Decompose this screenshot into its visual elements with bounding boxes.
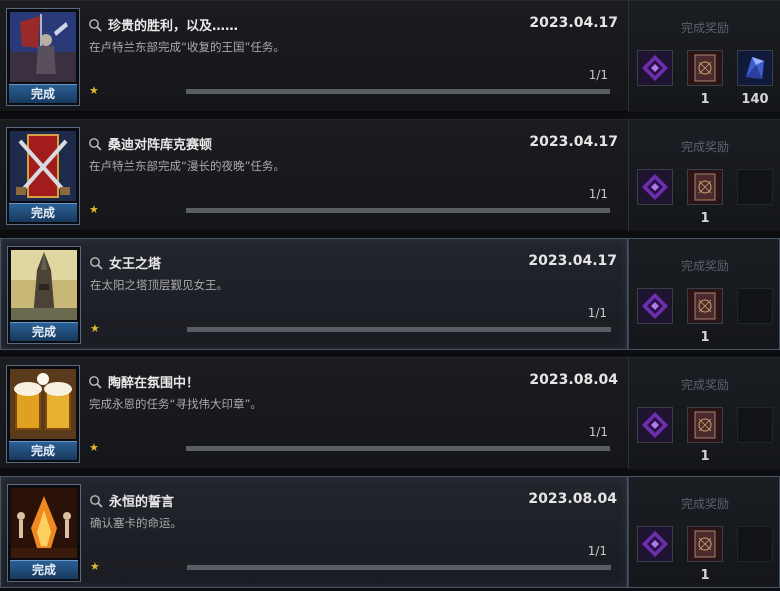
achievement-thumbnail: 完成 <box>7 484 81 582</box>
progress-bar <box>186 446 610 451</box>
achievement-row[interactable]: 完成 女王之塔 2023.04.17 在太阳之塔顶层觐见女王。 1/1 ★ 完成… <box>0 238 780 350</box>
achievement-date: 2023.08.04 <box>528 491 617 507</box>
star-icon: ★ <box>89 441 99 454</box>
rewards-heading: 完成奖励 <box>680 21 729 35</box>
achievement-title: 女王之塔 <box>109 256 162 272</box>
reward-panel: 完成奖励 1 <box>628 119 780 231</box>
achievement-thumbnail: 完成 <box>7 246 81 344</box>
progress-bar <box>186 89 610 94</box>
purple-emblem-icon[interactable] <box>637 526 673 562</box>
magnifier-icon[interactable] <box>89 255 103 270</box>
magnifier-icon[interactable] <box>89 493 103 508</box>
achievement-description: 在太阳之塔顶层觐见女王。 <box>90 278 228 292</box>
achievement-main: 完成 桑迪对阵库克赛顿 2023.04.17 在卢特兰东部完成“漫长的夜晚”任务… <box>0 119 628 231</box>
achievement-main: 完成 永恒的誓言 2023.08.04 确认塞卡的命运。 1/1 ★ <box>0 476 628 588</box>
reward-quantity: 1 <box>700 211 710 226</box>
star-icon: ★ <box>89 203 99 216</box>
reward-quantity: 1 <box>700 568 710 583</box>
reward-panel: 完成奖励 1 <box>628 357 780 469</box>
progress-count: 1/1 <box>587 306 607 320</box>
card-book-icon[interactable] <box>687 526 723 562</box>
achievement-row[interactable]: 完成 陶醉在氛围中！ 2023.08.04 完成永恩的任务“寻找伟大印章”。 1… <box>0 357 780 469</box>
rewards-heading: 完成奖励 <box>680 140 729 154</box>
reward-quantity: 1 <box>700 330 710 345</box>
purple-emblem-icon[interactable] <box>637 169 673 205</box>
progress-bar <box>186 208 610 213</box>
rewards-heading: 完成奖励 <box>680 378 729 392</box>
achievement-date: 2023.04.17 <box>528 253 617 269</box>
achievement-date: 2023.04.17 <box>529 15 618 31</box>
achievement-description: 确认塞卡的命运。 <box>90 516 182 530</box>
magnifier-icon[interactable] <box>88 136 102 151</box>
progress-count: 1/1 <box>588 187 608 201</box>
achievement-description: 完成永恩的任务“寻找伟大印章”。 <box>89 397 262 411</box>
status-complete-label: 完成 <box>9 84 77 103</box>
achievement-title: 桑迪对阵库克赛顿 <box>108 137 213 153</box>
tower-image <box>11 250 77 320</box>
star-icon: ★ <box>90 560 100 573</box>
purple-emblem-icon[interactable] <box>637 288 673 324</box>
achievement-title: 珍贵的胜利，以及…… <box>108 18 239 34</box>
progress-count: 1/1 <box>588 68 608 82</box>
reward-quantity: 1 <box>700 92 710 107</box>
rewards-heading: 完成奖励 <box>680 497 729 511</box>
crossed-swords-image <box>10 131 76 201</box>
reward-panel: 完成奖励 1 140 <box>628 0 780 112</box>
card-book-icon[interactable] <box>687 50 723 86</box>
achievement-date: 2023.08.04 <box>529 372 618 388</box>
status-complete-label: 完成 <box>9 203 77 222</box>
status-complete-label: 完成 <box>9 441 77 460</box>
status-complete-label: 完成 <box>10 322 78 341</box>
status-complete-label: 完成 <box>10 560 78 579</box>
star-icon: ★ <box>90 322 100 335</box>
magnifier-icon[interactable] <box>88 374 102 389</box>
achievement-description: 在卢特兰东部完成“漫长的夜晚”任务。 <box>89 159 285 173</box>
progress-count: 1/1 <box>587 544 607 558</box>
star-icon: ★ <box>89 84 99 97</box>
empty-reward-slot <box>737 169 773 205</box>
achievement-row[interactable]: 完成 永恒的誓言 2023.08.04 确认塞卡的命运。 1/1 ★ 完成奖励 … <box>0 476 780 588</box>
reward-quantity: 1 <box>700 449 710 464</box>
knight-banner-image <box>10 12 76 82</box>
reward-panel: 完成奖励 1 <box>628 238 780 350</box>
achievement-main: 完成 女王之塔 2023.04.17 在太阳之塔顶层觐见女王。 1/1 ★ <box>0 238 628 350</box>
reward-panel: 完成奖励 1 <box>628 476 780 588</box>
progress-count: 1/1 <box>588 425 608 439</box>
achievement-title: 陶醉在氛围中！ <box>108 375 200 391</box>
purple-emblem-icon[interactable] <box>637 50 673 86</box>
blue-crystal-icon[interactable] <box>737 50 773 86</box>
progress-bar <box>187 565 611 570</box>
achievement-title: 永恒的誓言 <box>109 494 175 510</box>
beer-mugs-image <box>10 369 76 439</box>
achievement-main: 完成 珍贵的胜利，以及…… 2023.04.17 在卢特兰东部完成“收复的王国”… <box>0 0 628 112</box>
achievement-thumbnail: 完成 <box>6 365 80 463</box>
empty-reward-slot <box>737 288 773 324</box>
bonfire-image <box>11 488 77 558</box>
purple-emblem-icon[interactable] <box>637 407 673 443</box>
achievement-thumbnail: 完成 <box>6 127 80 225</box>
achievement-row[interactable]: 完成 珍贵的胜利，以及…… 2023.04.17 在卢特兰东部完成“收复的王国”… <box>0 0 780 112</box>
achievement-thumbnail: 完成 <box>6 8 80 106</box>
reward-quantity: 140 <box>741 92 769 107</box>
progress-bar <box>187 327 611 332</box>
magnifier-icon[interactable] <box>88 17 102 32</box>
card-book-icon[interactable] <box>687 169 723 205</box>
achievement-main: 完成 陶醉在氛围中！ 2023.08.04 完成永恩的任务“寻找伟大印章”。 1… <box>0 357 628 469</box>
rewards-heading: 完成奖励 <box>680 259 729 273</box>
card-book-icon[interactable] <box>687 407 723 443</box>
empty-reward-slot <box>737 407 773 443</box>
achievement-date: 2023.04.17 <box>529 134 618 150</box>
achievement-row[interactable]: 完成 桑迪对阵库克赛顿 2023.04.17 在卢特兰东部完成“漫长的夜晚”任务… <box>0 119 780 231</box>
empty-reward-slot <box>737 526 773 562</box>
card-book-icon[interactable] <box>687 288 723 324</box>
achievement-description: 在卢特兰东部完成“收复的王国”任务。 <box>89 40 285 54</box>
